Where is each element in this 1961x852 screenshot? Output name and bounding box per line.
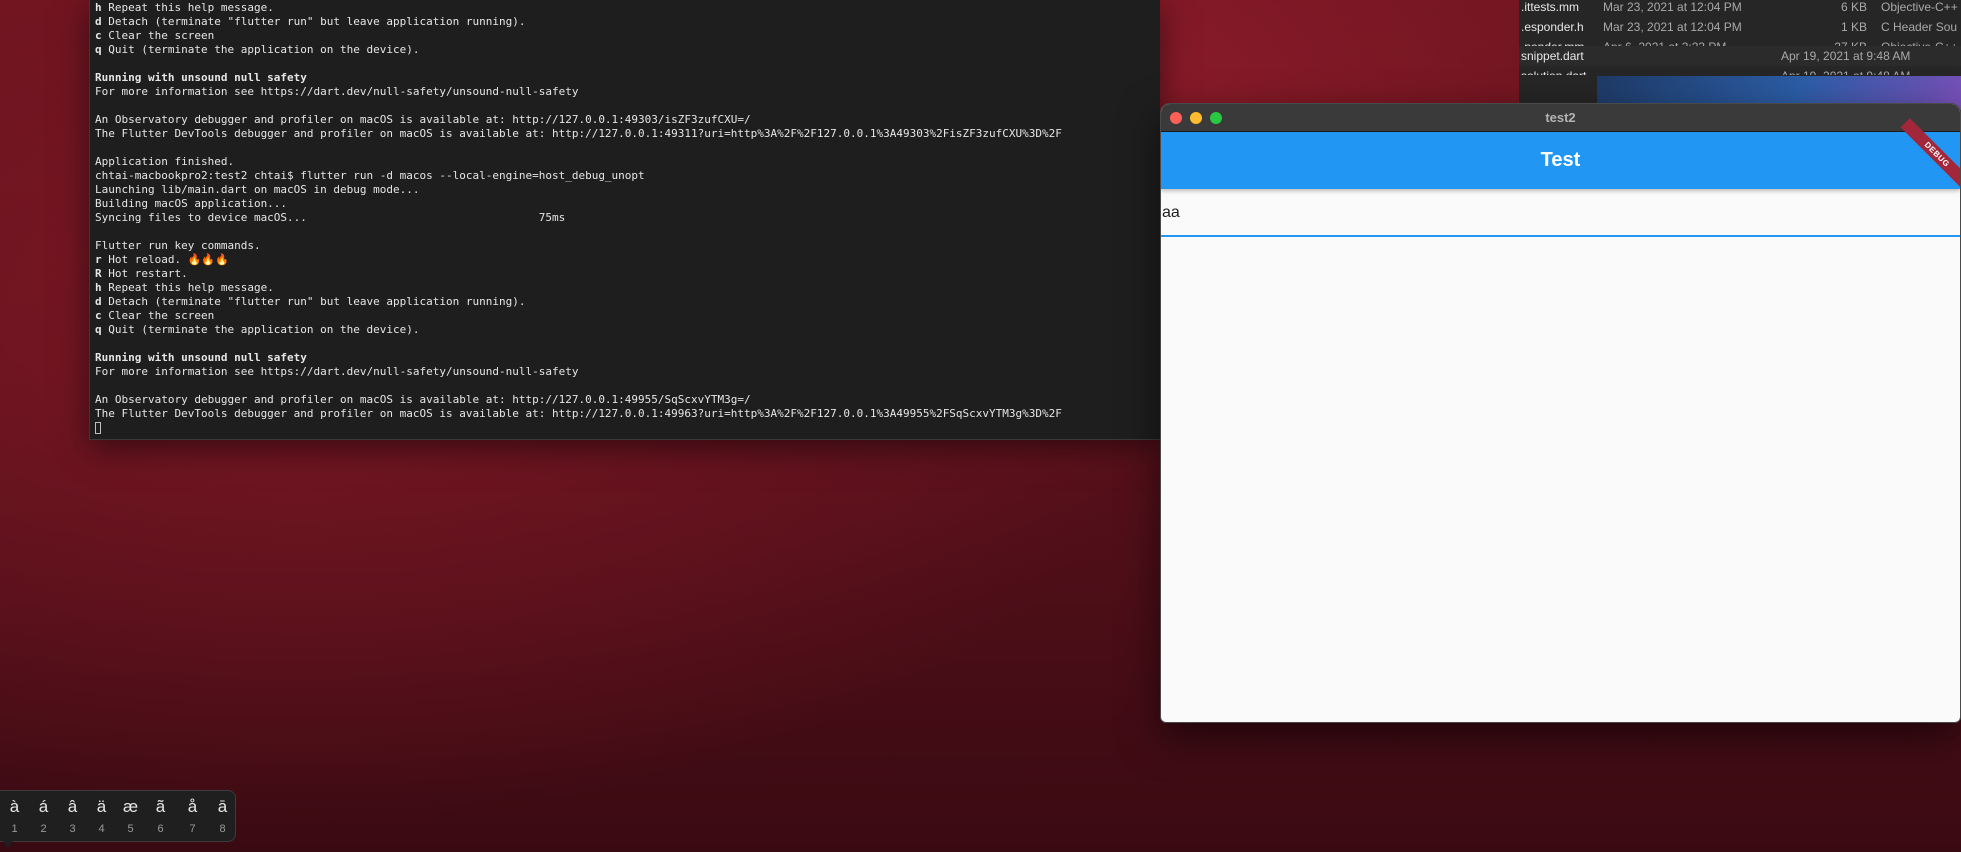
accent-option[interactable]: â 3 [58, 791, 87, 843]
accent-number: 4 [98, 823, 105, 835]
accent-number: 3 [69, 823, 76, 835]
terminal-line: h Repeat this help message. [95, 281, 274, 294]
accent-number: 7 [189, 823, 196, 835]
terminal-window[interactable]: h Repeat this help message. d Detach (te… [89, 0, 1160, 440]
accent-number: 8 [219, 823, 226, 835]
accent-option[interactable]: ã 6 [146, 791, 175, 843]
file-row[interactable]: .ittests.mm Mar 23, 2021 at 12:04 PM 6 K… [1519, 0, 1961, 17]
file-date: Apr 6, 2021 at 3:23 PM [1603, 37, 1726, 46]
window-title: test2 [1545, 110, 1576, 125]
file-date: Apr 19, 2021 at 9:48 AM [1781, 49, 1911, 63]
window-titlebar[interactable]: test2 [1161, 104, 1960, 132]
terminal-line: r Hot reload. 🔥🔥🔥 [95, 253, 229, 266]
accent-number: 1 [11, 823, 18, 835]
file-size: 1 KB [1840, 20, 1867, 34]
accent-option[interactable]: æ 5 [116, 791, 145, 843]
file-size: 27 KB [1789, 37, 1867, 46]
terminal-line: q Quit (terminate the application on the… [95, 323, 420, 336]
terminal-line: The Flutter DevTools debugger and profil… [95, 407, 1062, 420]
file-name: .ittests.mm [1521, 0, 1580, 14]
terminal-line: An Observatory debugger and profiler on … [95, 393, 751, 406]
accent-char: â [67, 797, 78, 816]
file-row[interactable]: snippet.dart Apr 19, 2021 at 9:48 AM [1519, 46, 1961, 66]
terminal-line: The Flutter DevTools debugger and profil… [95, 127, 1062, 140]
terminal-output: h Repeat this help message. d Detach (te… [95, 1, 1156, 435]
file-size: 6 KB [1840, 0, 1867, 14]
terminal-line: h Repeat this help message. [95, 1, 274, 14]
accent-option[interactable]: ā 8 [208, 791, 237, 843]
terminal-line: Building macOS application... [95, 197, 288, 210]
accent-char: å [187, 797, 198, 816]
text-field[interactable]: aa [1161, 189, 1960, 237]
terminal-line: chtai-macbookpro2:test2 chtai$ flutter r… [95, 169, 645, 182]
file-date: Mar 23, 2021 at 12:04 PM [1603, 20, 1742, 34]
file-row[interactable]: solution.dart Apr 19, 2021 at 9:48 AM [1519, 66, 1961, 75]
accent-number: 5 [127, 823, 134, 835]
terminal-line: q Quit (terminate the application on the… [95, 43, 420, 56]
accent-picker-pointer [2, 840, 14, 848]
terminal-line: Syncing files to device macOS... 75ms [95, 211, 566, 224]
terminal-line: Application finished. [95, 155, 235, 168]
terminal-line: Launching lib/main.dart on macOS in debu… [95, 183, 420, 196]
file-kind: Objective-C++ [1881, 37, 1958, 46]
file-kind: Objective-C++ [1881, 0, 1958, 14]
accent-char: æ [122, 797, 139, 816]
terminal-line: For more information see https://dart.de… [95, 85, 579, 98]
file-date: Apr 19, 2021 at 9:48 AM [1781, 66, 1910, 75]
app-bar: Test DEBUG [1161, 118, 1960, 191]
terminal-line: For more information see https://dart.de… [95, 365, 579, 378]
finder-window[interactable]: .ittests.mm Mar 23, 2021 at 12:04 PM 6 K… [1519, 0, 1961, 110]
terminal-line: c Clear the screen [95, 29, 215, 42]
file-name: solution.dart [1521, 66, 1586, 75]
accent-option[interactable]: á 2 [29, 791, 58, 843]
accent-char: ā [217, 797, 228, 816]
terminal-line: d Detach (terminate "flutter run" but le… [95, 15, 526, 28]
app-window[interactable]: test2 Test DEBUG aa [1160, 103, 1961, 723]
accent-char: á [38, 797, 49, 816]
accent-option[interactable]: ä 4 [87, 791, 116, 843]
terminal-line: An Observatory debugger and profiler on … [95, 113, 751, 126]
file-row[interactable]: .ponder.mm Apr 6, 2021 at 3:23 PM 27 KB … [1519, 37, 1961, 46]
accent-number: 6 [157, 823, 164, 835]
terminal-cursor [95, 422, 101, 434]
accent-picker: à 1 á 2 â 3 ä 4 æ 5 ã 6 å 7 ā 8 [0, 790, 236, 842]
terminal-line: Running with unsound null safety [95, 71, 307, 84]
terminal-prompt[interactable] [95, 421, 1156, 435]
terminal-line: Flutter run key commands. [95, 239, 261, 252]
file-name: .ponder.mm [1521, 37, 1584, 46]
file-date: Mar 23, 2021 at 12:04 PM [1603, 0, 1742, 14]
accent-char: ä [96, 797, 107, 816]
terminal-line: c Clear the screen [95, 309, 215, 322]
accent-char: à [9, 797, 20, 816]
accent-number: 2 [40, 823, 47, 835]
terminal-line: R Hot restart. [95, 267, 188, 280]
terminal-line: d Detach (terminate "flutter run" but le… [95, 295, 526, 308]
accent-option[interactable]: à 1 [0, 791, 29, 843]
file-name: .esponder.h [1521, 20, 1584, 34]
terminal-line: Running with unsound null safety [95, 351, 307, 364]
text-field-value: aa [1162, 204, 1180, 221]
file-name: snippet.dart [1521, 49, 1584, 63]
app-bar-title: Test [1540, 149, 1581, 171]
file-kind: C Header Sou [1881, 20, 1958, 34]
file-row[interactable]: .esponder.h Mar 23, 2021 at 12:04 PM 1 K… [1519, 17, 1961, 37]
accent-option[interactable]: å 7 [178, 791, 207, 843]
accent-char: ã [155, 797, 166, 816]
